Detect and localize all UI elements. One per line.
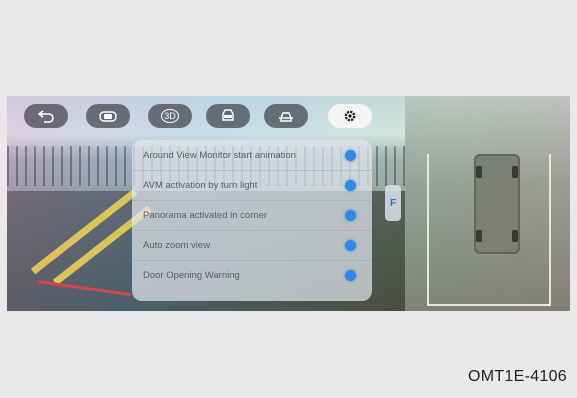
rear-view-button[interactable] bbox=[264, 104, 308, 128]
setting-label: Auto zoom view bbox=[143, 239, 211, 251]
setting-row-start-animation[interactable]: Around View Monitor start animation bbox=[132, 140, 372, 171]
rotate-3d-icon: 3D bbox=[161, 109, 179, 123]
back-arrow-icon bbox=[38, 110, 54, 123]
view-3d-button[interactable]: 3D bbox=[148, 104, 192, 128]
settings-panel: Around View Monitor start animation AVM … bbox=[132, 140, 372, 301]
figure-code: OMT1E-4106 bbox=[467, 368, 567, 385]
setting-row-turn-light[interactable]: AVM activation by turn light bbox=[132, 170, 372, 201]
setting-label: Around View Monitor start animation bbox=[143, 149, 296, 161]
toggle-switch[interactable] bbox=[345, 149, 356, 161]
toggle-switch[interactable] bbox=[345, 209, 356, 221]
gear-icon bbox=[344, 110, 356, 122]
top-view bbox=[405, 96, 570, 311]
setting-label: Panorama activated in corner bbox=[143, 209, 268, 221]
side-tab-label: F bbox=[389, 197, 397, 209]
car-front-icon bbox=[222, 109, 234, 121]
vehicle-top-icon bbox=[474, 154, 520, 254]
back-button[interactable] bbox=[24, 104, 68, 128]
setting-label: AVM activation by turn light bbox=[143, 179, 258, 191]
toggle-switch[interactable] bbox=[345, 239, 356, 251]
front-view-button[interactable] bbox=[206, 104, 250, 128]
side-tab[interactable]: F bbox=[385, 185, 401, 221]
setting-row-door-warning[interactable]: Door Opening Warning bbox=[132, 260, 372, 290]
car-rear-icon bbox=[279, 112, 293, 122]
toggle-switch[interactable] bbox=[345, 179, 356, 191]
setting-label: Door Opening Warning bbox=[143, 269, 240, 281]
settings-button[interactable] bbox=[328, 104, 372, 128]
setting-row-panorama-corner[interactable]: Panorama activated in corner bbox=[132, 200, 372, 231]
toggle-switch[interactable] bbox=[345, 269, 356, 281]
camera-icon bbox=[99, 111, 117, 122]
camera-view-button[interactable] bbox=[86, 104, 130, 128]
setting-row-auto-zoom[interactable]: Auto zoom view bbox=[132, 230, 372, 261]
